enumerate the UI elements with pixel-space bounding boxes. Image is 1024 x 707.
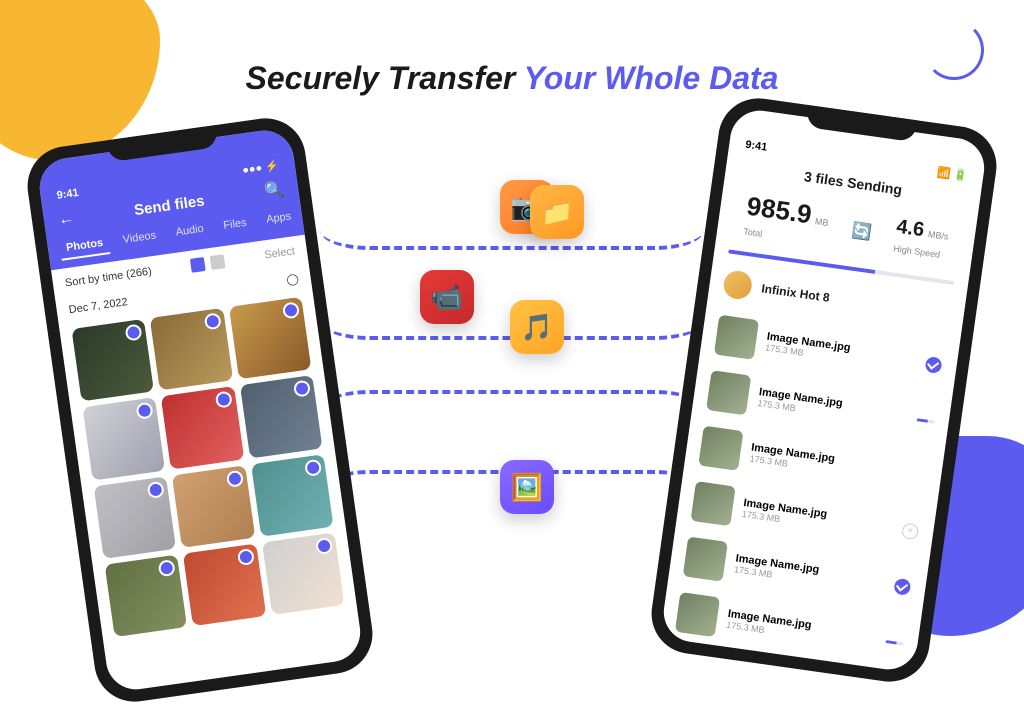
device-name: Infinix Hot 8 [761,281,831,304]
transfer-flow: 📷 📁 📹 🎵 🖼️ [320,200,704,516]
photo-thumb[interactable] [161,386,244,469]
music-icon: 🎵 [510,300,564,354]
check-icon [925,356,943,374]
file-name: Image Name.jpg [719,663,869,673]
headline: Securely Transfer Your Whole Data [0,60,1024,97]
folder-icon: 📁 [530,185,584,239]
photo-thumb[interactable] [240,375,323,458]
file-thumb [691,481,736,526]
photo-thumb[interactable] [71,319,154,402]
photo-thumb[interactable] [94,476,177,559]
file-thumb [698,426,743,471]
image-icon: 🖼️ [500,460,554,514]
photo-grid [59,289,358,645]
transfer-icon: 🔄 [850,220,873,243]
photo-thumb[interactable] [262,533,345,616]
photo-thumb[interactable] [150,308,233,391]
file-thumb [675,592,720,637]
photo-thumb[interactable] [105,555,188,638]
grid-view-icon[interactable] [190,257,206,273]
tab-files[interactable]: Files [216,212,254,239]
photo-thumb[interactable] [172,465,255,548]
file-thumb [706,370,751,415]
photo-thumb[interactable] [83,397,166,480]
photo-thumb[interactable] [183,544,266,627]
photo-thumb[interactable] [229,297,312,380]
file-thumb [683,537,728,582]
headline-part2: Your Whole Data [524,60,779,96]
search-icon[interactable]: 🔍 [263,179,286,202]
total-value: 985.9 [745,191,814,230]
list-view-icon[interactable] [210,254,226,270]
sort-label[interactable]: Sort by time (266) [64,265,152,289]
headline-part1: Securely Transfer [246,60,524,96]
file-progress [917,418,935,423]
avatar [722,269,754,301]
cancel-icon[interactable]: × [901,522,919,540]
group-select-circle[interactable]: ◯ [286,272,300,287]
back-icon[interactable]: ← [57,210,75,230]
video-icon: 📹 [420,270,474,324]
tab-audio[interactable]: Audio [168,218,211,245]
tab-apps[interactable]: Apps [259,206,299,233]
date-group-label: Dec 7, 2022 [68,296,129,317]
file-list: Image Name.jpg175.3 MBImage Name.jpg175.… [660,305,960,673]
file-thumb [714,315,759,360]
speed-value: 4.6 [895,216,926,242]
file-progress [885,640,903,645]
check-icon [893,578,911,596]
photo-thumb[interactable] [251,454,334,537]
select-button[interactable]: Select [264,245,296,261]
dashed-line [320,390,704,430]
file-thumb [667,647,712,673]
tab-videos[interactable]: Videos [116,225,164,253]
